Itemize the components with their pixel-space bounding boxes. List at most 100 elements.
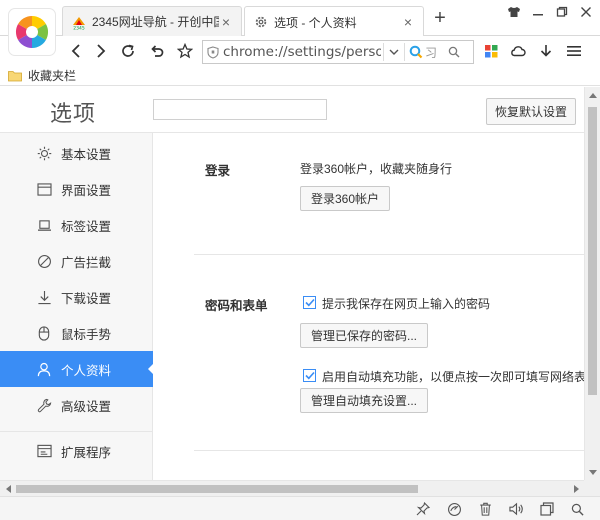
sidebar-item-advanced[interactable]: 高级设置	[0, 387, 153, 423]
tab-title: 选项 - 个人资料	[274, 15, 357, 30]
sidebar-divider	[0, 431, 153, 432]
settings-search-input[interactable]	[153, 99, 327, 120]
browser-logo[interactable]	[9, 9, 55, 55]
bookmarks-folder[interactable]: 收藏夹栏	[28, 67, 76, 84]
tab-2345[interactable]: 2345 2345网址导航 - 开创中国百 ×	[62, 6, 242, 36]
sidebar-item-label: 下载设置	[61, 291, 112, 306]
restore-icon[interactable]	[554, 4, 570, 20]
wrench-icon	[36, 397, 52, 413]
trash-icon[interactable]	[476, 500, 494, 518]
settings-sidebar: 基本设置 界面设置 标签设置 广告拦截 下载设置 鼠标手势 个人资料 高级设置 …	[0, 133, 154, 480]
minimize-icon[interactable]	[530, 4, 546, 20]
scroll-left-icon[interactable]	[0, 481, 16, 497]
sidebar-item-label: 基本设置	[61, 147, 112, 162]
folder-icon	[8, 70, 22, 82]
scrollbar-corner	[584, 480, 600, 496]
bookmarks-bar: 收藏夹栏	[0, 66, 600, 86]
sidebar-item-label: 标签设置	[61, 219, 112, 234]
sun-icon	[36, 145, 52, 161]
sidebar-item-mouse-gestures[interactable]: 鼠标手势	[0, 315, 153, 351]
laptop-icon	[36, 217, 52, 233]
mouse-icon	[36, 325, 52, 341]
close-window-icon[interactable]	[578, 4, 594, 20]
search-engine-icon[interactable]	[407, 45, 425, 59]
sidebar-item-basic[interactable]: 基本设置	[0, 135, 153, 171]
settings-gear-icon	[253, 14, 269, 30]
block-icon	[36, 253, 52, 269]
sidebar-item-interface[interactable]: 界面设置	[0, 171, 153, 207]
close-icon[interactable]: ×	[219, 14, 233, 30]
sidebar-item-profile[interactable]: 个人资料	[0, 351, 154, 387]
scroll-right-icon[interactable]	[568, 481, 584, 497]
user-icon	[36, 361, 52, 377]
search-hint: 习	[425, 45, 438, 60]
status-bar	[0, 496, 600, 520]
extension-icon	[36, 443, 52, 459]
settings-page: 选项 恢复默认设置 基本设置 界面设置 标签设置 广告拦截 下载设置 鼠标手势 …	[0, 87, 584, 480]
window-copy-icon[interactable]	[538, 500, 556, 518]
sidebar-item-label: 界面设置	[61, 183, 112, 198]
vertical-scrollbar[interactable]	[584, 87, 600, 480]
2345-favicon: 2345	[71, 14, 87, 30]
back-icon[interactable]	[67, 42, 85, 60]
search-icon[interactable]	[445, 46, 463, 58]
pin-icon[interactable]	[414, 500, 432, 518]
speed-icon[interactable]	[445, 500, 463, 518]
download-icon	[36, 289, 52, 305]
address-bar[interactable]: chrome://settings/perso 习	[202, 40, 474, 64]
scrollbar-thumb[interactable]	[16, 485, 418, 493]
title-bar: 2345 2345网址导航 - 开创中国百 × 选项 - 个人资料 × +	[0, 0, 600, 37]
autofill-label[interactable]: 启用自动填充功能，以便点按一次即可填写网络表单	[322, 368, 584, 385]
tab-title: 2345网址导航 - 开创中国百	[92, 15, 219, 29]
star-icon[interactable]	[176, 42, 194, 60]
forward-icon[interactable]	[92, 42, 110, 60]
sidebar-item-adblock[interactable]: 广告拦截	[0, 243, 153, 279]
scroll-up-icon[interactable]	[585, 87, 600, 103]
sidebar-item-label: 扩展程序	[61, 445, 112, 460]
tab-settings[interactable]: 选项 - 个人资料 ×	[244, 6, 424, 37]
sidebar-item-label: 鼠标手势	[61, 327, 112, 342]
page-title: 选项	[50, 101, 97, 126]
url-text[interactable]: chrome://settings/perso	[223, 44, 381, 60]
manage-autofill-button[interactable]: 管理自动填充设置...	[300, 388, 429, 413]
offer-save-passwords-label[interactable]: 提示我保存在网页上输入的密码	[322, 295, 490, 312]
navigation-toolbar: chrome://settings/perso 习	[0, 36, 600, 66]
refresh-icon[interactable]	[119, 42, 137, 60]
divider	[404, 43, 405, 61]
sidebar-item-label: 个人资料	[61, 363, 112, 378]
offer-save-passwords-checkbox[interactable]	[303, 296, 316, 309]
sidebar-item-label: 高级设置	[61, 399, 112, 414]
section-title-passwords: 密码和表单	[205, 299, 268, 313]
chevron-down-icon[interactable]	[386, 49, 402, 56]
close-icon[interactable]: ×	[401, 14, 415, 30]
svg-text:2345: 2345	[73, 25, 85, 30]
window-icon	[36, 181, 52, 197]
skin-shirt-icon[interactable]	[506, 4, 522, 20]
sidebar-item-extensions[interactable]: 扩展程序	[0, 433, 153, 469]
window-controls	[506, 4, 594, 20]
manage-passwords-button[interactable]: 管理已保存的密码...	[300, 323, 429, 348]
autofill-checkbox[interactable]	[303, 369, 316, 382]
sidebar-item-download[interactable]: 下载设置	[0, 279, 153, 315]
undo-icon[interactable]	[148, 42, 166, 60]
sidebar-item-tabs[interactable]: 标签设置	[0, 207, 153, 243]
menu-icon[interactable]	[565, 42, 583, 60]
shield-icon[interactable]	[203, 45, 223, 59]
divider	[383, 43, 384, 61]
apps-grid-icon[interactable]	[482, 42, 500, 60]
reset-defaults-button[interactable]: 恢复默认设置	[486, 98, 576, 125]
section-divider	[194, 450, 584, 451]
zoom-icon[interactable]	[568, 500, 586, 518]
new-tab-button[interactable]: +	[430, 8, 450, 29]
scrollbar-thumb[interactable]	[588, 107, 597, 395]
volume-icon[interactable]	[507, 500, 525, 518]
scroll-down-icon[interactable]	[585, 464, 600, 480]
horizontal-scrollbar[interactable]	[0, 480, 584, 496]
sidebar-item-label: 广告拦截	[61, 255, 112, 270]
settings-header: 选项 恢复默认设置	[0, 87, 584, 133]
cloud-icon[interactable]	[509, 42, 527, 60]
login-360-button[interactable]: 登录360帐户	[300, 186, 391, 211]
section-divider	[194, 254, 584, 255]
download-icon[interactable]	[537, 42, 555, 60]
section-title-login: 登录	[205, 164, 231, 178]
